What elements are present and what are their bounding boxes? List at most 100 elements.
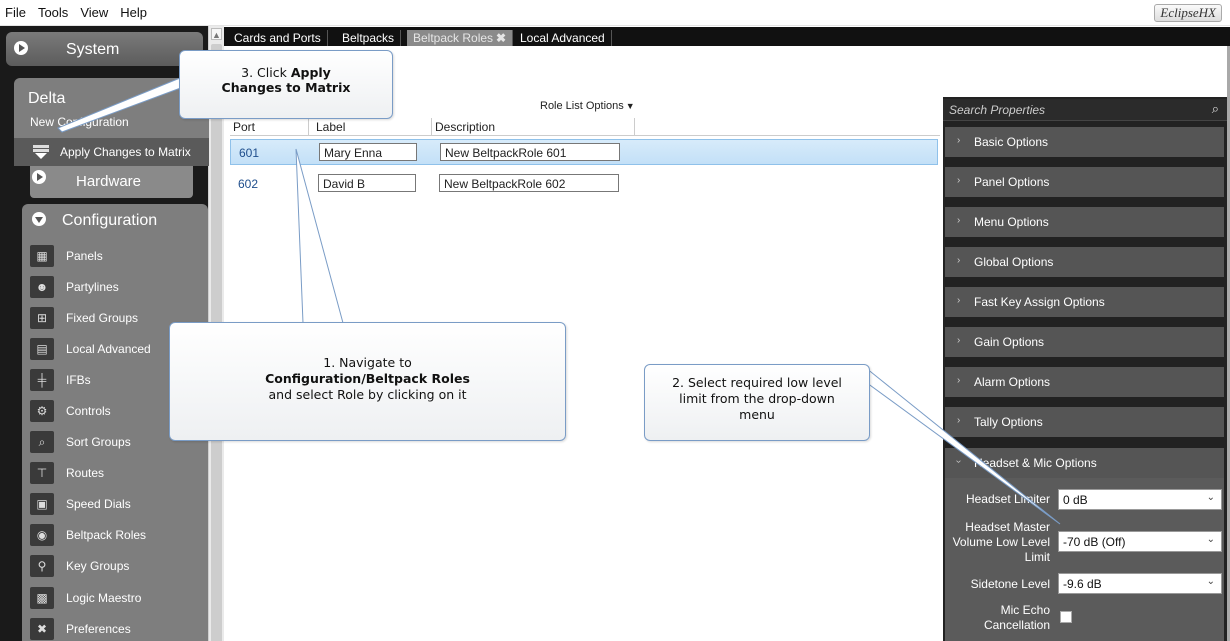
column-divider[interactable]	[308, 118, 309, 136]
tab-cards-and-ports[interactable]: Cards and Ports	[228, 30, 328, 46]
section-menu-options[interactable]: › Menu Options	[945, 207, 1224, 237]
section-headset-mic-options[interactable]: › Headset & Mic Options	[945, 448, 1224, 478]
callout-step-2: 2. Select required low level limit from …	[644, 364, 870, 441]
sidebar-item-label: IFBs	[66, 373, 91, 387]
section-global-options[interactable]: › Global Options	[945, 247, 1224, 277]
section-panel-options[interactable]: › Panel Options	[945, 167, 1224, 197]
row-port: 602	[238, 177, 259, 191]
sidebar-item-label: Partylines	[66, 280, 119, 294]
step3-text: 3. Click	[241, 65, 291, 80]
role-grid-header: Port Label Description	[230, 118, 940, 136]
chevron-right-icon: ›	[957, 375, 961, 386]
sidebar-item-key-groups[interactable]: ⚲ Key Groups	[30, 554, 205, 580]
apply-changes-button[interactable]: Apply Changes to Matrix	[14, 138, 209, 166]
column-divider[interactable]	[431, 118, 432, 136]
section-label: Gain Options	[974, 335, 1045, 349]
close-tab-icon[interactable]: ✖	[496, 31, 506, 45]
step1-line3: and select Role by clicking on it	[268, 387, 467, 402]
headset-limiter-label: Headset Limiter	[965, 492, 1050, 506]
section-basic-options[interactable]: › Basic Options	[945, 127, 1224, 157]
sidebar-item-label: Logic Maestro	[66, 591, 142, 605]
column-label[interactable]: Label	[316, 120, 345, 134]
sidebar-item-label: Preferences	[66, 622, 131, 636]
column-divider[interactable]	[634, 118, 635, 136]
mic-echo-cancellation-label: Mic Echo Cancellation	[983, 603, 1050, 632]
role-list-options-button[interactable]: Role List Options ▼	[540, 100, 635, 112]
partylines-icon: ☻	[30, 276, 54, 298]
chevron-right-icon: ›	[957, 335, 961, 346]
menu-tools[interactable]: Tools	[32, 0, 74, 26]
configuration-section-header[interactable]: Configuration	[22, 204, 208, 238]
sort-groups-icon: ⌕	[30, 431, 54, 453]
system-section-header[interactable]: System	[6, 32, 203, 66]
step2-line1: 2. Select required low level	[672, 375, 842, 390]
tab-label: Beltpack Roles	[413, 31, 494, 45]
system-label: System	[66, 41, 120, 58]
headset-master-volume-select[interactable]: -70 dB (Off) ⌄	[1058, 531, 1222, 552]
key-groups-icon: ⚲	[30, 555, 54, 577]
headset-limiter-select[interactable]: 0 dB ⌄	[1058, 489, 1222, 510]
table-row[interactable]: 602 David B New BeltpackRole 602	[230, 171, 938, 197]
speed-dials-icon: ▣	[30, 493, 54, 515]
menu-help[interactable]: Help	[114, 0, 153, 26]
step3-bold-changes: Changes to Matrix	[221, 80, 351, 95]
sidebar-item-panels[interactable]: ▦ Panels	[30, 244, 205, 270]
expand-arrow-icon	[14, 41, 28, 55]
column-description[interactable]: Description	[435, 120, 495, 134]
hardware-section-header[interactable]: Hardware	[30, 166, 193, 198]
scroll-up-icon[interactable]: ▲	[211, 28, 222, 40]
section-label: Panel Options	[974, 175, 1050, 189]
controls-icon: ⚙	[30, 400, 54, 422]
row-label-input[interactable]: Mary Enna	[319, 143, 417, 161]
chevron-right-icon: ›	[957, 255, 961, 266]
section-tally-options[interactable]: › Tally Options	[945, 407, 1224, 437]
sidebar-item-logic-maestro[interactable]: ▩ Logic Maestro	[30, 586, 205, 612]
section-label: Tally Options	[974, 415, 1043, 429]
beltpack-roles-icon: ◉	[30, 524, 54, 546]
chevron-right-icon: ›	[957, 415, 961, 426]
row-description-input[interactable]: New BeltpackRole 602	[439, 174, 619, 192]
sidebar-item-label: Beltpack Roles	[66, 528, 147, 542]
preferences-icon: ✖	[30, 618, 54, 640]
chevron-down-icon: ▼	[625, 101, 635, 111]
apply-download-icon	[33, 145, 49, 159]
app-window: File Tools View Help EclipseHX ▲ System …	[0, 0, 1230, 641]
search-properties-input[interactable]: Search Properties ⌕	[943, 99, 1227, 121]
row-description-input[interactable]: New BeltpackRole 601	[440, 143, 620, 161]
mic-echo-cancellation-checkbox[interactable]	[1060, 611, 1072, 623]
chevron-right-icon: ›	[957, 215, 961, 226]
sidetone-level-select[interactable]: -9.6 dB ⌄	[1058, 573, 1222, 594]
callout-step-3: 3. Click Apply Changes to Matrix	[179, 50, 393, 119]
sidebar-item-beltpack-roles[interactable]: ◉ Beltpack Roles	[30, 523, 205, 549]
chevron-down-icon: ⌄	[1206, 576, 1215, 587]
table-row[interactable]: 601 Mary Enna New BeltpackRole 601	[230, 139, 938, 165]
brand-logo: EclipseHX	[1154, 4, 1222, 22]
section-label: Alarm Options	[974, 375, 1051, 389]
ifbs-icon: ╪	[30, 369, 54, 391]
sidebar-item-speed-dials[interactable]: ▣ Speed Dials	[30, 492, 205, 518]
row-label-input[interactable]: David B	[318, 174, 416, 192]
menu-file[interactable]: File	[0, 0, 32, 26]
fixed-groups-icon: ⊞	[30, 307, 54, 329]
section-gain-options[interactable]: › Gain Options	[945, 327, 1224, 357]
menu-view[interactable]: View	[74, 0, 114, 26]
search-icon[interactable]: ⌕	[1212, 101, 1219, 117]
routes-icon: ⊤	[30, 462, 54, 484]
sidebar-item-partylines[interactable]: ☻ Partylines	[30, 275, 205, 301]
tab-local-advanced[interactable]: Local Advanced	[514, 30, 612, 46]
callout-step-1: 1. Navigate to Configuration/Beltpack Ro…	[169, 322, 566, 441]
headset-master-volume-label: Headset Master Volume Low Level Limit	[952, 520, 1050, 564]
tab-beltpacks[interactable]: Beltpacks	[336, 30, 402, 46]
sidebar-item-preferences[interactable]: ✖ Preferences	[30, 617, 205, 641]
sidebar-item-label: Panels	[66, 249, 103, 263]
tab-beltpack-roles[interactable]: Beltpack Roles ✖	[407, 30, 514, 46]
configuration-label: Configuration	[62, 212, 158, 229]
section-alarm-options[interactable]: › Alarm Options	[945, 367, 1224, 397]
row-port: 601	[239, 146, 260, 160]
collapse-arrow-icon	[32, 212, 46, 226]
sidetone-level-label: Sidetone Level	[970, 577, 1050, 591]
section-fast-key-assign-options[interactable]: › Fast Key Assign Options	[945, 287, 1224, 317]
sidebar-item-routes[interactable]: ⊤ Routes	[30, 461, 205, 487]
sidebar-item-label: Controls	[66, 404, 111, 418]
column-port[interactable]: Port	[233, 120, 255, 134]
